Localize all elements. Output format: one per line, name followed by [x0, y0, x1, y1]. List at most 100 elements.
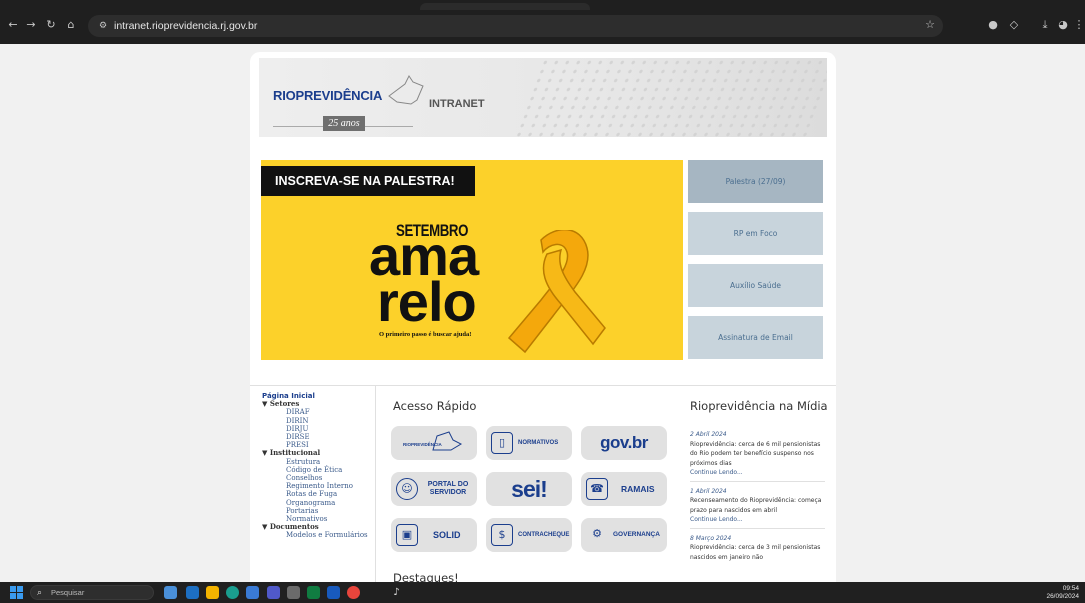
banner-decoration	[512, 58, 827, 137]
clock-time: 09:54	[1062, 585, 1079, 592]
user-icon: ☺	[396, 478, 418, 500]
teams-icon[interactable]	[267, 586, 280, 599]
url-text[interactable]: intranet.rioprevidencia.rj.gov.br	[114, 19, 257, 33]
sidebar-item-dirse[interactable]: DIRSE	[262, 433, 375, 441]
download-icon[interactable]: ⤓	[1037, 17, 1053, 33]
quick-link-governanca-label: GOVERNANÇA	[613, 531, 660, 538]
news-date: 8 Março 2024	[690, 534, 732, 542]
sidebar-group-institucional[interactable]: ▼ Institucional	[262, 449, 375, 457]
news-date: 1 Abril 2024	[690, 487, 727, 495]
quick-link-rioprevidencia-label: RIOPREVIDÊNCIA	[403, 442, 442, 447]
taskbar-search[interactable]: ⌕ Pesquisar	[30, 585, 154, 600]
windows-start-icon[interactable]	[10, 586, 23, 599]
taskbar: ⌕ Pesquisar ♪ 09:54 26/09/2024	[0, 582, 1085, 603]
quick-link-ramais[interactable]: ☎ RAMAIS	[581, 472, 667, 506]
quick-link-contracheque-label: CONTRACHEQUE	[518, 532, 570, 538]
hero-banner[interactable]: INSCREVA-SE NA PALESTRA! SETEMBRO ama re…	[261, 160, 683, 360]
sidebar-group-documentos[interactable]: ▼ Documentos	[262, 523, 375, 531]
sidebar-item-dirin[interactable]: DIRIN	[262, 417, 375, 425]
address-bar[interactable]: ⚙ intranet.rioprevidencia.rj.gov.br ☆	[88, 15, 943, 37]
sidebar-item-diraf[interactable]: DIRAF	[262, 408, 375, 416]
excel-icon[interactable]	[307, 586, 320, 599]
quick-link-rioprevidencia[interactable]: RIOPREVIDÊNCIA	[391, 426, 477, 460]
side-button-auxilio-saude[interactable]: Auxílio Saúde	[688, 264, 823, 307]
news-item: 8 Março 2024 Rioprevidência: cerca de 3 …	[690, 534, 825, 566]
midia-title: Rioprevidência na Mídia	[690, 399, 828, 413]
edge-icon[interactable]	[226, 586, 239, 599]
news-continue-link[interactable]: Continue Lendo...	[690, 515, 825, 525]
book-icon: ▯	[491, 432, 513, 454]
news-text: Recenseamento do Rioprevidência: começa …	[690, 497, 822, 514]
forward-icon[interactable]: →	[22, 16, 40, 34]
browser-tab-active[interactable]	[420, 3, 590, 10]
file-explorer-icon[interactable]	[206, 586, 219, 599]
quick-link-portal-servidor-label: PORTAL DO SERVIDOR	[427, 481, 469, 496]
extensions-icon[interactable]: ◇	[1006, 17, 1022, 33]
quick-link-normativos-label: NORMATIVOS	[518, 440, 559, 446]
news-list: 2 Abril 2024 Rioprevidência: cerca de 6 …	[690, 430, 825, 570]
side-button-assinatura-email[interactable]: Assinatura de Email	[688, 316, 823, 359]
back-icon[interactable]: ←	[4, 16, 22, 34]
site-info-icon[interactable]: ⚙	[96, 19, 110, 33]
yellow-ribbon-icon	[507, 230, 606, 354]
task-view-icon[interactable]	[164, 586, 177, 599]
quick-link-sei[interactable]: sei!	[486, 472, 572, 506]
browser-toolbar: ← → ↻ ⌂ ⚙ intranet.rioprevidencia.rj.gov…	[0, 0, 1085, 44]
sidebar-item-rotas-fuga[interactable]: Rotas de Fuga	[262, 490, 375, 498]
widgets-icon[interactable]	[186, 586, 199, 599]
nav-row: ← → ↻ ⌂ ⚙ intranet.rioprevidencia.rj.gov…	[0, 12, 1085, 40]
acesso-rapido-title: Acesso Rápido	[393, 399, 477, 413]
news-text: Rioprevidência: cerca de 3 mil pensionis…	[690, 544, 821, 561]
system-clock[interactable]: 09:54 26/09/2024	[1046, 585, 1079, 601]
sidebar-item-conselhos[interactable]: Conselhos	[262, 474, 375, 482]
sidebar-item-codigo-etica[interactable]: Código de Ética	[262, 466, 375, 474]
quick-link-govbr[interactable]: gov.br	[581, 426, 667, 460]
news-text: Rioprevidência: cerca de 6 mil pensionis…	[690, 440, 821, 467]
profile-dot-icon[interactable]: ●	[985, 17, 1001, 33]
sidebar-item-estrutura[interactable]: Estrutura	[262, 458, 375, 466]
quick-link-governanca[interactable]: ⚙ GOVERNANÇA	[581, 518, 667, 552]
word-icon[interactable]	[327, 586, 340, 599]
quick-link-portal-servidor[interactable]: ☺ PORTAL DO SERVIDOR	[391, 472, 477, 506]
header-banner: RIOPREVIDÊNCIA 25 anos INTRANET	[259, 58, 827, 137]
sidebar-item-portarias[interactable]: Portarias	[262, 507, 375, 515]
sidebar-group-setores[interactable]: ▼ Setores	[262, 399, 375, 408]
page-card: RIOPREVIDÊNCIA 25 anos INTRANET INSCREVA…	[250, 52, 836, 592]
search-icon: ⌕	[37, 588, 43, 598]
sidebar-nav: Página Inicial ▼ Setores DIRAF DIRIN DIR…	[250, 386, 376, 592]
chrome-icon[interactable]	[347, 586, 360, 599]
calculator-icon[interactable]	[287, 586, 300, 599]
news-item: 2 Abril 2024 Rioprevidência: cerca de 6 …	[690, 430, 825, 482]
news-item: 1 Abril 2024 Recenseamento do Rioprevidê…	[690, 487, 825, 529]
quick-link-solid-label: SOLID	[433, 530, 461, 540]
page-title: INTRANET	[429, 98, 485, 110]
hero-caption: O primeiro passo é buscar ajuda!	[379, 331, 472, 338]
microphone-icon[interactable]: ♪	[390, 586, 403, 599]
menu-icon[interactable]: ⋮	[1071, 17, 1085, 33]
news-date: 2 Abril 2024	[690, 431, 727, 438]
quick-link-sei-label: sei!	[511, 475, 548, 502]
quick-link-contracheque[interactable]: $ CONTRACHEQUE	[486, 518, 572, 552]
sidebar-item-regimento[interactable]: Regimento Interno	[262, 482, 375, 490]
store-icon[interactable]	[246, 586, 259, 599]
hero-strip-text: INSCREVA-SE NA PALESTRA!	[275, 174, 455, 188]
quick-link-govbr-label: gov.br	[600, 433, 648, 452]
logo-text[interactable]: RIOPREVIDÊNCIA	[273, 88, 382, 103]
clock-date: 26/09/2024	[1046, 593, 1079, 600]
tab-strip	[0, 0, 1085, 10]
side-button-palestra[interactable]: Palestra (27/09)	[688, 160, 823, 203]
quick-link-solid[interactable]: ▣ SOLID	[391, 518, 477, 552]
side-button-rp-em-foco[interactable]: RP em Foco	[688, 212, 823, 255]
sidebar-item-dirju[interactable]: DIRJU	[262, 425, 375, 433]
bookmark-star-icon[interactable]: ☆	[925, 18, 935, 31]
logo-map-icon	[388, 75, 424, 105]
avatar[interactable]: ◕	[1055, 17, 1071, 33]
news-continue-link[interactable]: Continue Lendo...	[690, 468, 825, 478]
reload-icon[interactable]: ↻	[42, 16, 60, 34]
payslip-icon: $	[491, 524, 513, 546]
sidebar-item-modelos[interactable]: Modelos e Formulários	[262, 531, 375, 539]
home-icon[interactable]: ⌂	[62, 16, 80, 34]
quick-link-ramais-label: RAMAIS	[621, 484, 655, 494]
quick-link-normativos[interactable]: ▯ NORMATIVOS	[486, 426, 572, 460]
sidebar-item-organograma[interactable]: Organograma	[262, 499, 375, 507]
